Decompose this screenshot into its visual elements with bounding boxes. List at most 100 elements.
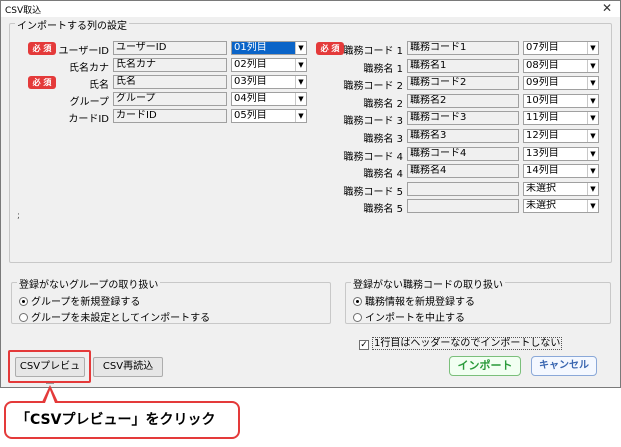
- right-row-field-name: [407, 181, 519, 196]
- right-row-column-select[interactable]: 未選択 ▼: [523, 199, 599, 214]
- right-row-field-name: 職務コード3: [407, 111, 519, 126]
- chevron-down-icon[interactable]: ▼: [587, 42, 598, 54]
- right-row-label: 職務コード 1: [343, 46, 403, 57]
- right-row-field-name: 職務コード2: [407, 76, 519, 91]
- preview-highlight: [8, 350, 91, 383]
- stray-mark: ;: [17, 211, 21, 221]
- select-value: 09列目: [526, 77, 559, 89]
- right-row-label: 職務名 2: [363, 98, 403, 110]
- select-value: 01列目: [234, 42, 267, 53]
- right-row-column-select[interactable]: 10列目 ▼: [523, 93, 599, 108]
- chevron-down-icon[interactable]: ▼: [587, 59, 598, 72]
- csv-import-dialog: CSV取込 ✕ インポートする列の設定 ; 必 須ユーザーID ユーザーID 01列…: [0, 0, 621, 390]
- instruction-callout: 「CSVプレビュー」をクリック: [4, 401, 240, 439]
- left-row-label: カードID: [68, 114, 109, 125]
- right-row-field-name: [407, 199, 519, 214]
- group-option-new-label: グループを新規登録する: [31, 297, 141, 308]
- radio-icon[interactable]: [353, 313, 362, 322]
- job-option-abort-label: インポートを中止する: [365, 313, 465, 324]
- select-value: 14列目: [526, 165, 559, 177]
- radio-icon[interactable]: [19, 297, 28, 306]
- group-option-new[interactable]: グループを新規登録する: [19, 293, 140, 308]
- csv-reload-button[interactable]: CSV再読込: [93, 357, 163, 377]
- chevron-down-icon[interactable]: ▼: [295, 59, 306, 71]
- group-option-unset-label: グループを未設定としてインポートする: [31, 313, 211, 324]
- right-row-column-select[interactable]: 09列目 ▼: [523, 76, 599, 91]
- right-row-column-select[interactable]: 未選択 ▼: [523, 181, 599, 196]
- select-value: 13列目: [526, 147, 559, 159]
- left-row-label: 氏名カナ: [69, 63, 109, 74]
- right-row-field-name: 職務名4: [407, 164, 519, 179]
- skip-header-label: 1行目はヘッダーなのでインポートしない: [372, 337, 563, 350]
- right-row-column-select[interactable]: 12列目 ▼: [523, 129, 599, 143]
- right-row-column-select[interactable]: 11列目 ▼: [523, 111, 599, 126]
- chevron-down-icon[interactable]: ▼: [295, 42, 306, 54]
- left-row-column-select[interactable]: 05列目 ▼: [231, 109, 307, 123]
- right-row-field-name: 職務名2: [407, 93, 519, 108]
- left-row-column-select[interactable]: 02列目 ▼: [231, 58, 307, 72]
- job-handling-title: 登録がない職務コードの取り扱い: [351, 276, 505, 291]
- select-value: 07列目: [526, 42, 559, 53]
- select-value: 未選択: [526, 182, 556, 194]
- radio-icon[interactable]: [19, 313, 28, 322]
- select-value: 11列目: [526, 112, 559, 124]
- left-row-label: グループ: [69, 97, 109, 108]
- right-row-column-select[interactable]: 13列目 ▼: [523, 146, 599, 161]
- left-row-field-name: カードID: [113, 109, 227, 123]
- select-value: 05列目: [234, 110, 267, 121]
- right-row-field-name: 職務名3: [407, 129, 519, 143]
- import-settings-title: インポートする列の設定: [15, 17, 129, 32]
- chevron-down-icon[interactable]: ▼: [587, 77, 598, 90]
- skip-header-checkbox-row[interactable]: ✓ 1行目はヘッダーなのでインポートしない: [359, 334, 563, 350]
- group-option-unset[interactable]: グループを未設定としてインポートする: [19, 309, 210, 324]
- chevron-down-icon[interactable]: ▼: [295, 76, 306, 88]
- select-value: 04列目: [234, 93, 267, 104]
- cancel-button[interactable]: キャンセル: [531, 356, 597, 376]
- job-option-abort[interactable]: インポートを中止する: [353, 309, 465, 324]
- right-row-field-name: 職務名1: [407, 58, 519, 73]
- select-value: 02列目: [234, 59, 267, 70]
- checkbox-icon[interactable]: ✓: [359, 340, 369, 350]
- title-bar: CSV取込 ✕: [1, 1, 620, 17]
- right-row-label: 職務名 4: [363, 169, 403, 181]
- right-row-column-select[interactable]: 14列目 ▼: [523, 164, 599, 179]
- select-value: 12列目: [526, 130, 559, 141]
- select-value: 10列目: [526, 94, 559, 106]
- chevron-down-icon[interactable]: ▼: [587, 165, 598, 178]
- required-badge: 必 須: [28, 76, 56, 89]
- chevron-down-icon[interactable]: ▼: [587, 130, 598, 142]
- left-row-column-select[interactable]: 04列目 ▼: [231, 92, 307, 106]
- right-row-label: 職務名 1: [363, 63, 403, 75]
- chevron-down-icon[interactable]: ▼: [295, 93, 306, 105]
- right-row-label: 職務名 5: [363, 204, 403, 216]
- chevron-down-icon[interactable]: ▼: [587, 182, 598, 195]
- chevron-down-icon[interactable]: ▼: [587, 200, 598, 213]
- left-row-label: 氏名: [89, 80, 109, 91]
- right-row-label: 職務コード 5: [343, 186, 403, 198]
- select-value: 03列目: [234, 76, 267, 87]
- right-row-field-name: 職務コード4: [407, 146, 519, 161]
- right-row-column-select[interactable]: 08列目 ▼: [523, 58, 599, 73]
- right-row-label: 職務コード 3: [343, 116, 403, 128]
- chevron-down-icon[interactable]: ▼: [587, 147, 598, 160]
- left-row-label: ユーザーID: [58, 46, 109, 57]
- import-button[interactable]: インポート: [449, 356, 521, 376]
- left-row-field-name: 氏名: [113, 75, 227, 89]
- close-icon[interactable]: ✕: [600, 1, 614, 15]
- right-row-field-name: 職務コード1: [407, 41, 519, 55]
- right-row-column-select[interactable]: 07列目 ▼: [523, 41, 599, 55]
- group-handling-title: 登録がないグループの取り扱い: [17, 276, 161, 291]
- left-row-column-select[interactable]: 01列目 ▼: [231, 41, 307, 55]
- chevron-down-icon[interactable]: ▼: [587, 112, 598, 125]
- right-row-label: 職務コード 4: [343, 151, 403, 163]
- job-option-new-label: 職務情報を新規登録する: [365, 297, 475, 308]
- chevron-down-icon[interactable]: ▼: [587, 94, 598, 107]
- window-title: CSV取込: [5, 6, 42, 16]
- job-option-new[interactable]: 職務情報を新規登録する: [353, 293, 475, 308]
- left-row-field-name: 氏名カナ: [113, 58, 227, 72]
- left-row-column-select[interactable]: 03列目 ▼: [231, 75, 307, 89]
- chevron-down-icon[interactable]: ▼: [295, 110, 306, 122]
- select-value: 08列目: [526, 59, 559, 71]
- callout-pointer-inner: [45, 390, 55, 403]
- radio-icon[interactable]: [353, 297, 362, 306]
